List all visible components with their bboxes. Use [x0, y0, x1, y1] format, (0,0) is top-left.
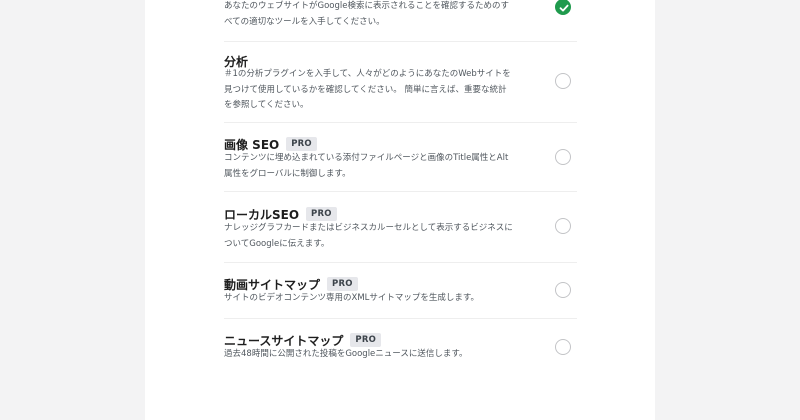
- feature-title: 動画サイトマップ: [224, 277, 321, 292]
- feature-list: あなたのウェブサイトがGoogle検索に表示されることを確認するためのすべての適…: [224, 0, 577, 379]
- feature-item-local-seo: ローカルSEO PRO ナレッジグラフカードまたはビジネスカルーセルとして表示す…: [224, 192, 577, 263]
- feature-title: ローカルSEO: [224, 207, 300, 222]
- features-panel: あなたのウェブサイトがGoogle検索に表示されることを確認するためのすべての適…: [145, 0, 655, 420]
- feature-toggle-video-sitemap[interactable]: [555, 282, 571, 298]
- pro-badge: PRO: [350, 333, 382, 347]
- feature-description: 過去48時間に公開された投稿をGoogleニュースに送信します。: [224, 349, 468, 359]
- feature-item-image-seo: 画像 SEO PRO コンテンツに埋め込まれている添付ファイルページと画像のTi…: [224, 123, 577, 192]
- pro-badge: PRO: [306, 207, 337, 221]
- feature-item-analytics: 分析 ＃1の分析プラグインを入手して、人々がどのようにあなたのWebサイトを見つ…: [224, 42, 577, 123]
- feature-toggle-image-seo[interactable]: [555, 149, 571, 165]
- feature-item-video-sitemap: 動画サイトマップ PRO サイトのビデオコンテンツ専用のXMLサイトマップを生成…: [224, 263, 577, 319]
- pro-badge: PRO: [327, 277, 358, 291]
- checkmark-icon: [559, 4, 569, 12]
- feature-toggle-search[interactable]: [555, 0, 571, 15]
- feature-title: ニュースサイトマップ: [224, 333, 344, 348]
- feature-item-news-sitemap: ニュースサイトマップ PRO 過去48時間に公開された投稿をGoogleニュース…: [224, 319, 577, 379]
- pro-badge: PRO: [286, 137, 317, 151]
- feature-description: ナレッジグラフカードまたはビジネスカルーセルとして表示するビジネスについてGoo…: [224, 223, 513, 249]
- feature-toggle-local-seo[interactable]: [555, 218, 571, 234]
- feature-toggle-analytics[interactable]: [555, 73, 571, 89]
- feature-description: コンテンツに埋め込まれている添付ファイルページと画像のTitle属性とAlt属性…: [224, 153, 509, 179]
- feature-description: サイトのビデオコンテンツ専用のXMLサイトマップを生成します。: [224, 293, 480, 303]
- feature-description: ＃1の分析プラグインを入手して、人々がどのようにあなたのWebサイトを見つけて使…: [224, 69, 511, 110]
- feature-toggle-news-sitemap[interactable]: [555, 339, 571, 355]
- feature-item-search: あなたのウェブサイトがGoogle検索に表示されることを確認するためのすべての適…: [224, 0, 577, 42]
- feature-title: 画像 SEO: [224, 137, 280, 152]
- feature-description: あなたのウェブサイトがGoogle検索に表示されることを確認するためのすべての適…: [224, 1, 509, 27]
